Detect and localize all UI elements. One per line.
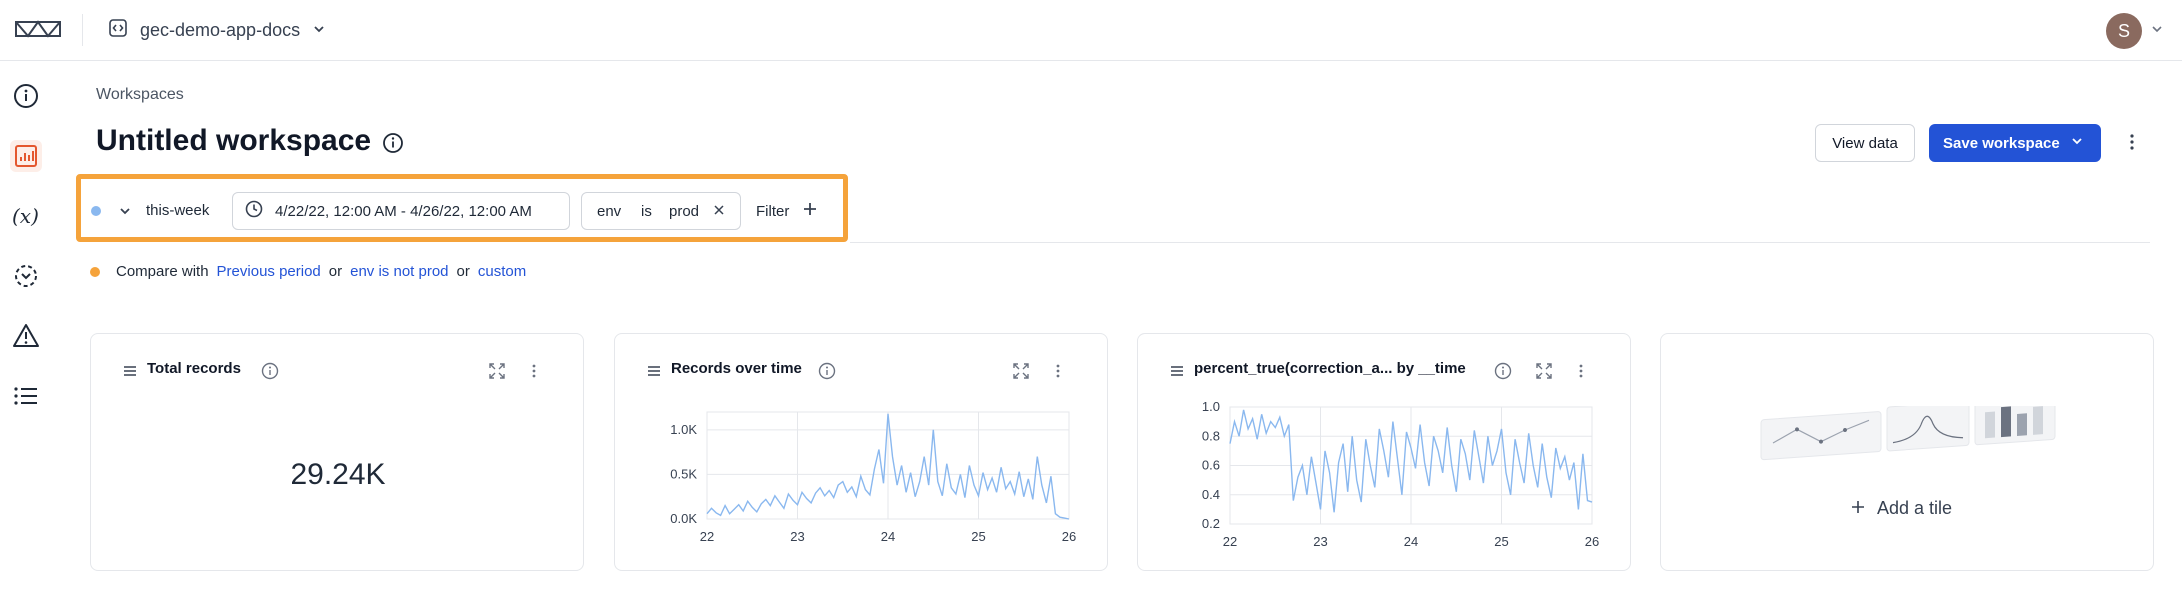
x-tick-label: 22 — [1223, 534, 1237, 549]
avatar[interactable]: S — [2106, 13, 2142, 49]
x-tick-label: 26 — [1585, 534, 1599, 549]
filter-chip[interactable]: env is prod — [581, 192, 741, 230]
tile-percent-true[interactable]: percent_true(correction_a... by __time 2… — [1137, 333, 1631, 571]
breadcrumb[interactable]: Workspaces — [96, 86, 184, 104]
date-range-picker[interactable]: 4/22/22, 12:00 AM - 4/26/22, 12:00 AM — [232, 192, 570, 230]
svg-text:(x): (x) — [12, 204, 39, 228]
compare-prefix: Compare with — [116, 263, 209, 280]
compare-env-link[interactable]: env is not prod — [350, 263, 448, 280]
chart-nav-icon[interactable] — [10, 140, 42, 172]
add-tile-button[interactable]: Add a tile — [1851, 498, 1952, 519]
more-options-icon[interactable] — [531, 362, 537, 385]
date-range-value: 4/22/22, 12:00 AM - 4/26/22, 12:00 AM — [275, 202, 532, 220]
info-icon[interactable] — [261, 362, 279, 385]
top-bar — [0, 0, 2182, 61]
filter-field: env — [597, 202, 622, 220]
filter-label: Filter — [756, 203, 790, 220]
tile-total-records[interactable]: Total records 29.24K — [90, 333, 584, 571]
add-tile-label: Add a tile — [1877, 498, 1953, 518]
add-filter-button[interactable]: Filter — [756, 202, 817, 221]
close-icon[interactable] — [713, 203, 725, 220]
compare-row: Compare with Previous period or env is n… — [116, 263, 526, 280]
list-nav-icon[interactable] — [10, 380, 42, 412]
y-tick-label: 0.0K — [670, 511, 697, 526]
compare-color-dot — [90, 267, 100, 277]
compare-separator: or — [328, 263, 343, 280]
x-tick-label: 22 — [700, 529, 714, 544]
chevron-down-icon[interactable] — [118, 204, 132, 223]
segment-nav-icon[interactable] — [10, 260, 42, 292]
x-tick-label: 24 — [1404, 534, 1418, 549]
y-tick-label: 0.8 — [1202, 428, 1220, 443]
segment-color-dot — [91, 206, 101, 216]
code-icon — [108, 18, 128, 43]
percent-true-chart[interactable]: 22 23 24 25 26 0.2 0.4 0.6 0.8 1.0 — [1138, 334, 1632, 572]
filter-value: prod — [669, 202, 700, 220]
project-name: gec-demo-app-docs — [140, 19, 301, 40]
view-data-button[interactable]: View data — [1815, 124, 1915, 162]
compare-separator: or — [456, 263, 470, 280]
info-icon[interactable] — [382, 132, 404, 159]
tile-add[interactable]: Add a tile — [1660, 333, 2154, 571]
clock-icon — [245, 200, 263, 222]
plus-icon — [803, 202, 817, 221]
alert-nav-icon[interactable] — [10, 320, 42, 352]
y-tick-label: 0.2 — [1202, 516, 1220, 531]
compare-custom-link[interactable]: custom — [478, 263, 526, 280]
y-tick-label: 0.4 — [1202, 487, 1220, 502]
info-nav-icon[interactable] — [10, 80, 42, 112]
save-workspace-button[interactable]: Save workspace — [1929, 124, 2101, 162]
variable-nav-icon[interactable]: (x) — [10, 200, 42, 232]
total-records-value: 29.24K — [290, 458, 386, 491]
y-tick-label: 1.0K — [670, 422, 697, 437]
project-selector[interactable]: gec-demo-app-docs — [108, 14, 326, 46]
chevron-down-icon[interactable] — [2070, 134, 2084, 152]
records-over-time-chart[interactable]: 22 23 24 25 26 0.0K 0.5K 1.0K — [615, 334, 1109, 572]
x-tick-label: 26 — [1062, 529, 1076, 544]
x-tick-label: 25 — [971, 529, 985, 544]
chevron-down-icon[interactable] — [2150, 22, 2164, 41]
page-title[interactable]: Untitled workspace — [96, 124, 371, 158]
x-tick-label: 24 — [881, 529, 895, 544]
plus-icon — [1851, 498, 1865, 519]
x-tick-label: 23 — [1313, 534, 1327, 549]
y-tick-label: 0.5K — [670, 466, 697, 481]
x-tick-label: 25 — [1494, 534, 1508, 549]
divider — [82, 14, 83, 46]
app-logo[interactable] — [14, 18, 62, 40]
y-tick-label: 0.6 — [1202, 458, 1220, 473]
tile-title: Total records — [147, 360, 241, 377]
chevron-down-icon — [312, 20, 326, 41]
drag-handle-icon[interactable] — [123, 364, 137, 382]
segment-name[interactable]: this-week — [146, 202, 209, 219]
x-tick-label: 23 — [790, 529, 804, 544]
save-workspace-label: Save workspace — [1943, 134, 2060, 152]
chart-thumbnails-illustration — [1759, 393, 2059, 471]
compare-previous-period-link[interactable]: Previous period — [217, 263, 321, 280]
tile-records-over-time[interactable]: Records over time 22 23 24 25 26 0.0K 0.5K 1.0K — [614, 333, 1108, 571]
expand-icon[interactable] — [488, 362, 506, 385]
filter-operator: is — [641, 202, 652, 220]
more-options-icon[interactable] — [2128, 130, 2136, 159]
divider — [850, 242, 2150, 243]
y-tick-label: 1.0 — [1202, 399, 1220, 414]
